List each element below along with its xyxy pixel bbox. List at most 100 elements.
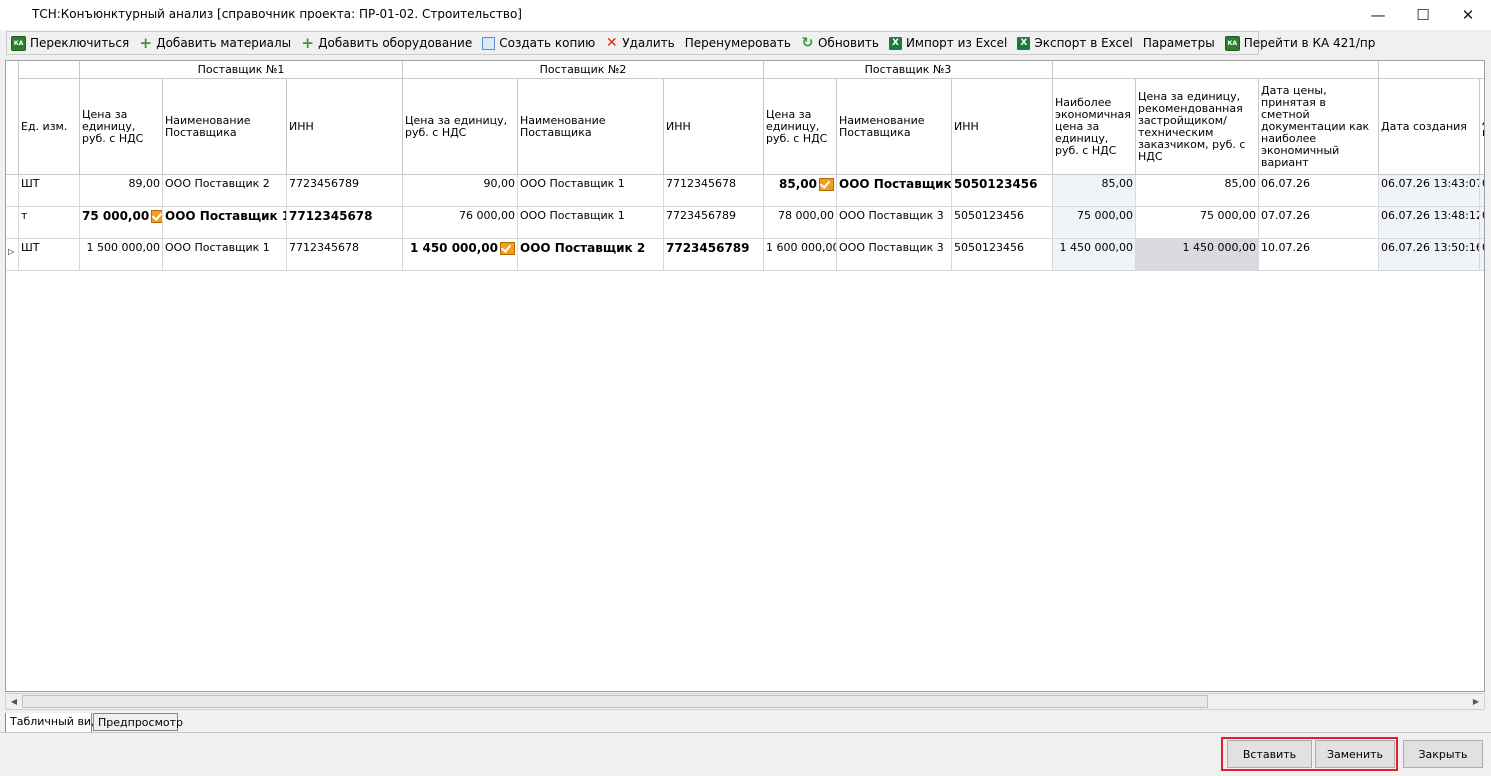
export-excel-button[interactable]: X Экспорт в Excel <box>1017 36 1133 50</box>
tab-preview[interactable]: Предпросмотр <box>93 713 183 731</box>
column-header-s3-price[interactable]: Цена за единицу, руб. с НДС <box>764 79 837 175</box>
refresh-icon: ↻ <box>801 34 814 51</box>
table-cell-created[interactable]: 06.07.26 13:50:16 <box>1379 239 1480 271</box>
add-materials-button[interactable]: + Добавить материалы <box>139 35 291 50</box>
copy-icon <box>482 36 496 50</box>
column-header-s2-inn[interactable]: ИНН <box>664 79 764 175</box>
table-cell-created[interactable]: 06.07.26 13:43:07 <box>1379 175 1480 207</box>
table-cell-s3-name[interactable]: ООО Поставщик 3 <box>837 175 952 207</box>
data-grid[interactable]: Поставщик №1 Поставщик №2 Поставщик №3 Е… <box>5 60 1485 692</box>
table-cell-s3-inn[interactable]: 5050123456 <box>952 239 1053 271</box>
table-cell-s3-inn[interactable]: 5050123456 <box>952 207 1053 239</box>
scrollbar-thumb[interactable] <box>22 695 1208 708</box>
scroll-left-icon[interactable]: ◀ <box>7 695 21 708</box>
column-header-s1-inn[interactable]: ИНН <box>287 79 403 175</box>
column-header-recommended-price[interactable]: Цена за единицу, рекомендованная застрой… <box>1136 79 1259 175</box>
refresh-label: Обновить <box>817 36 879 50</box>
table-cell-s1-inn[interactable]: 7723456789 <box>287 175 403 207</box>
params-button[interactable]: Параметры <box>1143 36 1215 50</box>
switch-button[interactable]: КА Переключиться <box>11 35 129 51</box>
group-header-blank <box>1053 61 1379 79</box>
table-cell-s2-price[interactable]: 76 000,00 <box>403 207 518 239</box>
table-cell-s1-price[interactable]: 1 500 000,00 <box>80 239 163 271</box>
maximize-button[interactable]: ☐ <box>1400 0 1446 30</box>
column-header-created[interactable]: Дата создания <box>1379 79 1480 175</box>
table-cell-price-date[interactable]: 07.07.26 <box>1259 207 1379 239</box>
close-button[interactable]: Закрыть <box>1403 740 1483 768</box>
column-header-price-date[interactable]: Дата цены, принятая в сметной документац… <box>1259 79 1379 175</box>
column-header-best-price[interactable]: Наиболее экономичная цена за единицу, ру… <box>1053 79 1136 175</box>
table-cell-s3-name[interactable]: ООО Поставщик 3 <box>837 207 952 239</box>
table-cell-s2-name[interactable]: ООО Поставщик 1 <box>518 207 664 239</box>
table-cell-recommended-price[interactable]: 75 000,00 <box>1136 207 1259 239</box>
table-cell-s3-price-selected[interactable]: 85,00 <box>764 175 837 207</box>
column-header-s3-inn[interactable]: ИНН <box>952 79 1053 175</box>
highlight-box <box>1221 737 1398 771</box>
table-cell-recommended-price-focused[interactable]: 1 450 000,00 <box>1136 239 1259 271</box>
table-cell-extra[interactable]: 0 <box>1480 175 1484 207</box>
group-header-supplier-2: Поставщик №2 <box>403 61 764 79</box>
table-cell-best-price[interactable]: 1 450 000,00 <box>1053 239 1136 271</box>
column-header-extra[interactable]: Д и <box>1480 79 1484 175</box>
column-header-s1-price[interactable]: Цена за единицу, руб. с НДС <box>80 79 163 175</box>
export-excel-label: Экспорт в Excel <box>1034 36 1133 50</box>
close-window-button[interactable]: ✕ <box>1445 0 1491 30</box>
price-value: 85,00 <box>779 177 817 191</box>
table-cell-best-price[interactable]: 75 000,00 <box>1053 207 1136 239</box>
ka-icon: КА <box>1224 35 1240 51</box>
add-equipment-button[interactable]: + Добавить оборудование <box>301 35 472 50</box>
table-cell-s2-inn[interactable]: 7712345678 <box>664 175 764 207</box>
table-cell-s2-name[interactable]: ООО Поставщик 1 <box>518 175 664 207</box>
table-cell-s1-inn[interactable]: 7712345678 <box>287 239 403 271</box>
table-cell-created[interactable]: 06.07.26 13:48:12 <box>1379 207 1480 239</box>
scroll-right-icon[interactable]: ▶ <box>1469 695 1483 708</box>
excel-icon: X <box>1017 36 1031 50</box>
current-row-pointer-icon[interactable]: ▷ <box>6 239 19 271</box>
table-cell-s1-name[interactable]: ООО Поставщик 2 <box>163 175 287 207</box>
table-cell-s2-price[interactable]: 90,00 <box>403 175 518 207</box>
import-excel-button[interactable]: X Импорт из Excel <box>888 36 1007 50</box>
table-cell-price-date[interactable]: 06.07.26 <box>1259 175 1379 207</box>
delete-button[interactable]: ✕ Удалить <box>605 36 675 51</box>
column-header-unit[interactable]: Ед. изм. <box>19 79 80 175</box>
table-cell-s1-inn[interactable]: 7712345678 <box>287 207 403 239</box>
tab-table-view[interactable]: Табличный вид <box>5 713 99 733</box>
table-cell-unit[interactable]: т <box>19 207 80 239</box>
table-cell-best-price[interactable]: 85,00 <box>1053 175 1136 207</box>
create-copy-button[interactable]: Создать копию <box>482 36 595 50</box>
table-cell-extra[interactable]: 0 <box>1480 239 1484 271</box>
table-cell-s3-inn[interactable]: 5050123456 <box>952 175 1053 207</box>
column-header-s1-name[interactable]: Наименование Поставщика <box>163 79 287 175</box>
table-cell-recommended-price[interactable]: 85,00 <box>1136 175 1259 207</box>
table-cell-s3-price[interactable]: 1 600 000,00 <box>764 239 837 271</box>
table-cell-s2-inn[interactable]: 7723456789 <box>664 207 764 239</box>
horizontal-scrollbar[interactable]: ◀ ▶ <box>5 693 1485 710</box>
renumber-button[interactable]: Перенумеровать <box>685 36 791 50</box>
minimize-button[interactable]: — <box>1355 0 1401 30</box>
table-cell-s1-price[interactable]: 89,00 <box>80 175 163 207</box>
table-cell-extra[interactable]: 0 <box>1480 207 1484 239</box>
table-cell-unit[interactable]: ШТ <box>19 175 80 207</box>
window-title: ТСН:Конъюнктурный анализ [справочник про… <box>32 7 522 21</box>
table-cell-unit[interactable]: ШТ <box>19 239 80 271</box>
table-cell-s1-name[interactable]: ООО Поставщик 1 <box>163 239 287 271</box>
table-cell-s1-name[interactable]: ООО Поставщик 1 <box>163 207 287 239</box>
table-cell-s1-price-selected[interactable]: 75 000,00 <box>80 207 163 239</box>
table-cell-s3-price[interactable]: 78 000,00 <box>764 207 837 239</box>
row-indicator[interactable] <box>6 175 19 207</box>
row-indicator[interactable] <box>6 207 19 239</box>
table-cell-s2-price-selected[interactable]: 1 450 000,00 <box>403 239 518 271</box>
goto-ka-button[interactable]: КА Перейти в КА 421/пр <box>1224 35 1375 51</box>
refresh-button[interactable]: ↻ Обновить <box>801 34 879 51</box>
group-header-blank <box>1379 61 1484 79</box>
table-cell-s2-inn[interactable]: 7723456789 <box>664 239 764 271</box>
divider <box>0 732 1491 733</box>
column-header-s2-price[interactable]: Цена за единицу, руб. с НДС <box>403 79 518 175</box>
table-cell-s3-name[interactable]: ООО Поставщик 3 <box>837 239 952 271</box>
table-cell-price-date[interactable]: 10.07.26 <box>1259 239 1379 271</box>
column-header-s3-name[interactable]: Наименование Поставщика <box>837 79 952 175</box>
params-label: Параметры <box>1142 36 1215 50</box>
column-header-s2-name[interactable]: Наименование Поставщика <box>518 79 664 175</box>
create-copy-label: Создать копию <box>499 36 596 50</box>
table-cell-s2-name[interactable]: ООО Поставщик 2 <box>518 239 664 271</box>
